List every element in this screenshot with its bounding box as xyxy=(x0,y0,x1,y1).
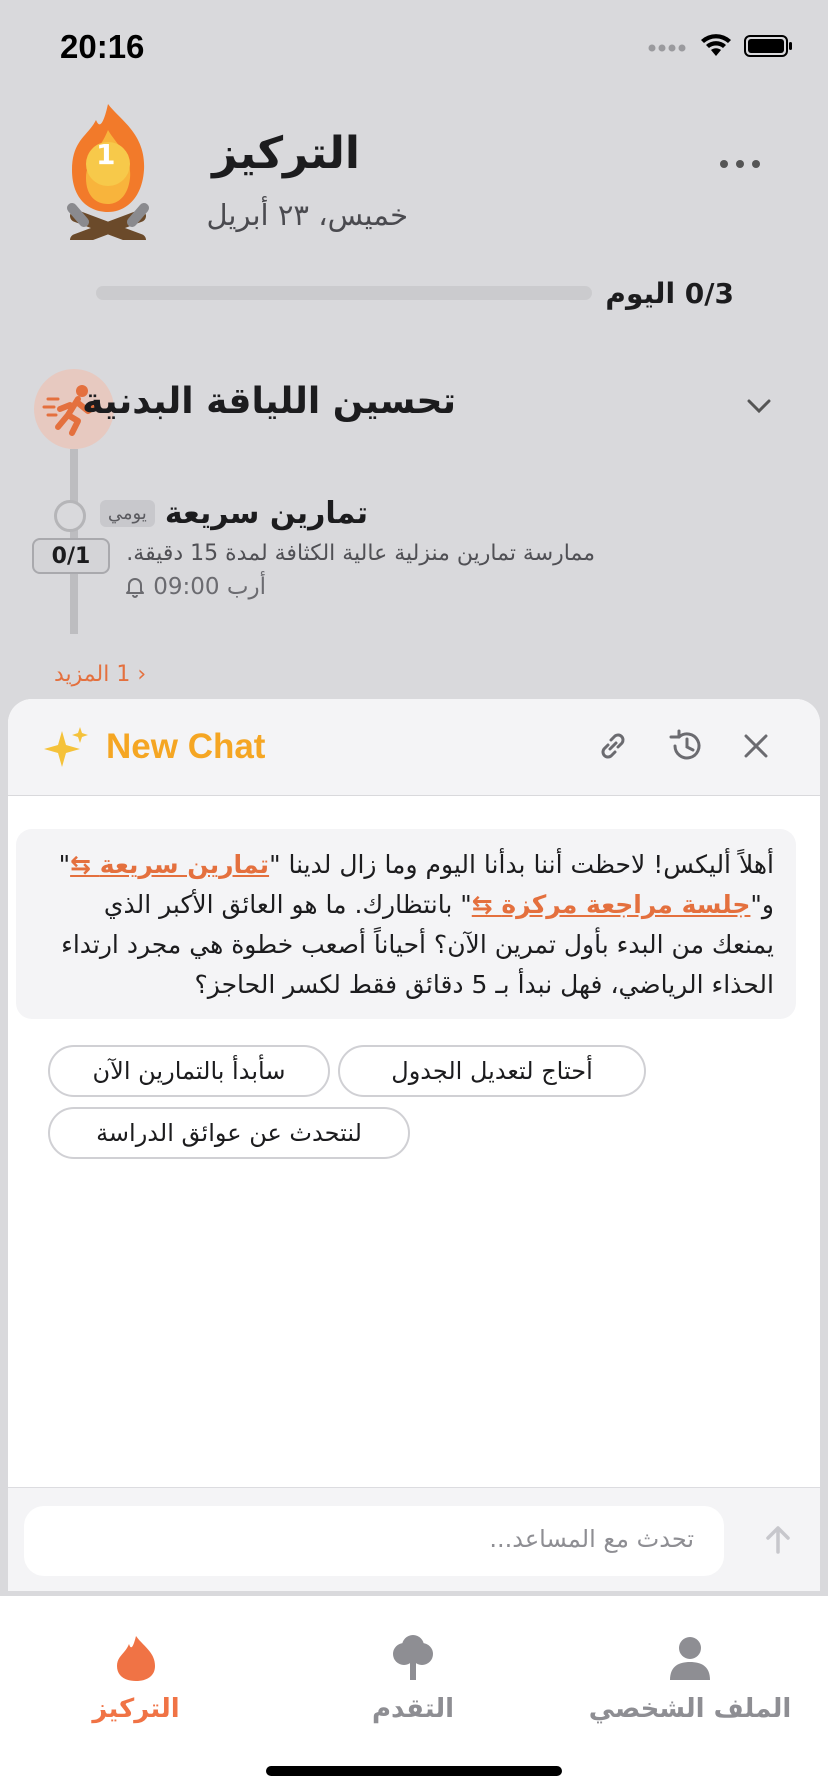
task-link-review-session[interactable]: جلسة مراجعة مركزة ⇆ xyxy=(472,890,751,919)
chevron-down-icon[interactable] xyxy=(746,398,772,418)
suggestion-chip[interactable]: أحتاج لتعديل الجدول xyxy=(338,1045,646,1097)
dot-icon xyxy=(752,160,760,168)
chat-input-area: تحدث مع المساعد... xyxy=(8,1487,820,1591)
task-checkbox[interactable] xyxy=(54,500,86,532)
more-options-button[interactable] xyxy=(720,160,760,168)
task-link-label: تمارين سريعة xyxy=(99,850,270,879)
assistant-message: أهلاً أليكس! لاحظت أننا بدأنا اليوم وما … xyxy=(16,829,796,1019)
suggestion-chip[interactable]: سأبدأ بالتمارين الآن xyxy=(48,1045,330,1097)
task-title: تمارين سريعة xyxy=(164,496,368,531)
page-title: التركيز xyxy=(212,128,360,179)
daily-progress-label: 0/3 اليوم xyxy=(605,277,734,310)
task-description: ممارسة تمارين منزلية عالية الكثافة لمدة … xyxy=(126,541,595,566)
show-more-link[interactable]: ‹ 1 المزيد xyxy=(54,662,146,687)
bell-icon xyxy=(126,578,145,598)
streak-count: 1 xyxy=(96,138,116,171)
tab-focus[interactable]: التركيز xyxy=(26,1634,246,1724)
flame-icon xyxy=(117,1636,155,1681)
task-link-label: جلسة مراجعة مركزة xyxy=(501,890,751,919)
close-icon[interactable] xyxy=(742,732,770,764)
chat-input[interactable]: تحدث مع المساعد... xyxy=(24,1506,724,1576)
link-icon[interactable] xyxy=(596,729,630,767)
arrow-up-icon xyxy=(766,1526,790,1554)
chat-title: New Chat xyxy=(106,727,266,766)
reminder-time: أرب 09:00 xyxy=(153,574,266,600)
send-button[interactable] xyxy=(764,1524,792,1560)
suggestion-chip[interactable]: لنتحدث عن عوائق الدراسة xyxy=(48,1107,410,1159)
tree-icon xyxy=(393,1635,433,1680)
home-indicator xyxy=(266,1766,562,1776)
person-icon xyxy=(670,1637,710,1680)
message-text: أهلاً أليكس! لاحظت أننا بدأنا اليوم وما … xyxy=(269,850,774,879)
task-link-quick-workouts[interactable]: تمارين سريعة ⇆ xyxy=(70,850,269,879)
tab-progress[interactable]: التقدم xyxy=(303,1634,523,1724)
frequency-badge: يومي xyxy=(99,500,155,527)
goal-title[interactable]: تحسين اللياقة البدنية xyxy=(82,381,456,422)
signal-icon xyxy=(648,44,686,52)
dot-icon xyxy=(720,160,728,168)
battery-icon xyxy=(744,35,792,57)
history-icon[interactable] xyxy=(667,729,703,767)
chat-header: New Chat xyxy=(8,699,820,796)
task-counter: 0/1 xyxy=(32,538,110,574)
dot-icon xyxy=(736,160,744,168)
task-header[interactable]: تمارين سريعة يومي xyxy=(99,496,368,531)
tab-progress-label: التقدم xyxy=(371,1694,455,1724)
campfire-streak-icon: 1 xyxy=(58,100,158,246)
chat-panel: New Chat أهلاً أليكس! لاحظت أننا بدأنا ا… xyxy=(8,699,820,1591)
tab-profile[interactable]: الملف الشخصي xyxy=(580,1634,800,1724)
status-time: 20:16 xyxy=(60,28,145,65)
tab-bar: التركيز التقدم الملف الشخصي xyxy=(0,1596,828,1792)
wifi-icon xyxy=(701,34,731,56)
status-icons xyxy=(648,34,794,58)
tab-profile-label: الملف الشخصي xyxy=(588,1694,792,1724)
daily-progress-bar xyxy=(96,286,592,300)
tab-focus-label: التركيز xyxy=(92,1694,180,1724)
sparkles-icon xyxy=(44,725,90,775)
page-date: خميس، ٢٣ أبريل xyxy=(206,198,408,232)
task-reminder: أرب 09:00 xyxy=(125,574,266,600)
